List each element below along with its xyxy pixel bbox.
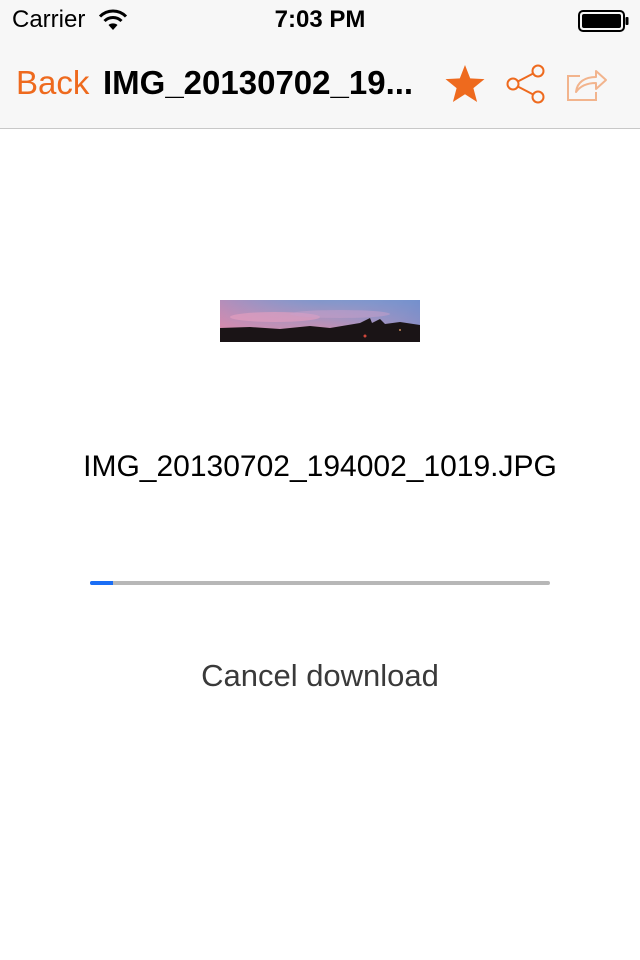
image-thumbnail [220, 300, 420, 342]
export-icon[interactable] [563, 62, 609, 106]
battery-icon [578, 10, 629, 32]
back-button[interactable]: Back [16, 64, 89, 102]
page-title: IMG_20130702_19... [103, 64, 414, 101]
download-progress-fill [90, 581, 113, 585]
file-name: IMG_20130702_194002_1019.JPG [83, 450, 557, 483]
screen: Carrier 7:03 PM Back IMG_20130702_19... [0, 0, 640, 960]
share-icon[interactable] [504, 62, 548, 106]
cancel-download-button[interactable]: Cancel download [0, 658, 640, 694]
status-bar: Carrier 7:03 PM [0, 0, 640, 40]
clock: 7:03 PM [274, 6, 366, 33]
navigation-bar: Back IMG_20130702_19... [0, 40, 640, 129]
image-preview [220, 300, 420, 342]
download-progress-bar [90, 581, 550, 585]
star-icon[interactable] [443, 62, 487, 106]
